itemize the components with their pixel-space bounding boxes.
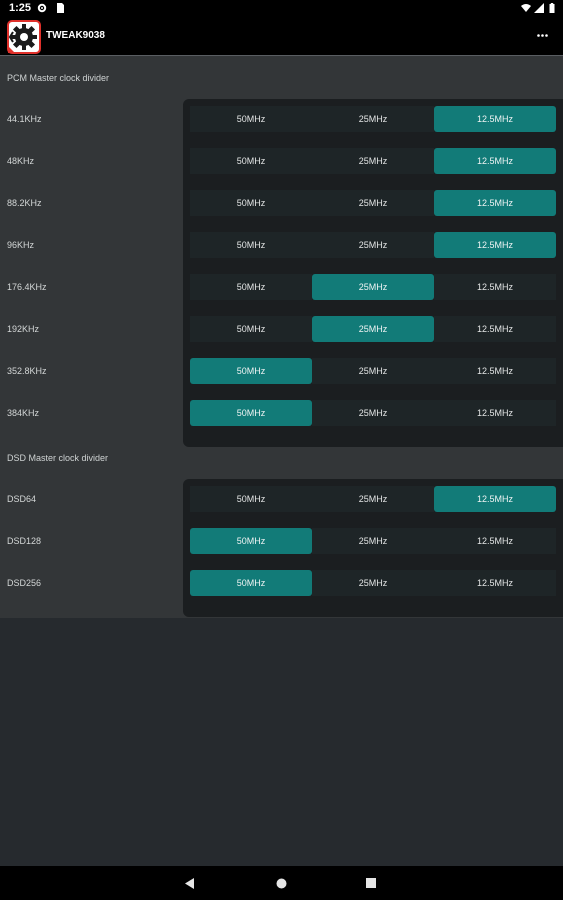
option-12-5mhz-button[interactable]: 12.5MHz <box>434 190 556 216</box>
signal-icon <box>534 3 544 13</box>
option-12-5mhz-button[interactable]: 12.5MHz <box>434 232 556 258</box>
option-25mhz-button[interactable]: 25MHz <box>312 358 434 384</box>
settings-content: PCM Master clock divider 44.1KHz 50MHz 25M… <box>0 56 563 618</box>
option-50mhz-button[interactable]: 50MHz <box>190 358 312 384</box>
option-12-5mhz-button[interactable]: 12.5MHz <box>434 400 556 426</box>
rate-label: 352.8KHz <box>7 366 47 376</box>
option-12-5mhz-button[interactable]: 12.5MHz <box>434 570 556 596</box>
option-12-5mhz-button[interactable]: 12.5MHz <box>434 274 556 300</box>
rate-label: DSD256 <box>7 578 42 588</box>
option-25mhz-button[interactable]: 25MHz <box>312 486 434 512</box>
divider-segmented-control: 50MHz 25MHz 12.5MHz <box>183 106 563 132</box>
option-25mhz-button[interactable]: 25MHz <box>312 528 434 554</box>
status-bar: 1:25 <box>0 0 563 17</box>
option-50mhz-button[interactable]: 50MHz <box>190 232 312 258</box>
option-25mhz-button[interactable]: 25MHz <box>312 570 434 596</box>
rate-label: 96KHz <box>7 240 35 250</box>
option-50mhz-button[interactable]: 50MHz <box>190 400 312 426</box>
divider-segmented-control: 50MHz 25MHz 12.5MHz <box>183 486 563 512</box>
option-12-5mhz-button[interactable]: 12.5MHz <box>434 316 556 342</box>
pcm-section-title: PCM Master clock divider <box>7 73 110 83</box>
navigation-bar <box>0 866 563 900</box>
rate-label: 192KHz <box>7 324 40 334</box>
recents-icon[interactable] <box>366 878 376 888</box>
app-bar: TWEAK9038 <box>0 17 563 56</box>
divider-segmented-control: 50MHz 25MHz 12.5MHz <box>183 316 563 342</box>
wifi-icon <box>521 4 531 12</box>
option-25mhz-button[interactable]: 25MHz <box>312 190 434 216</box>
rate-label: DSD128 <box>7 536 42 546</box>
option-25mhz-button[interactable]: 25MHz <box>312 148 434 174</box>
divider-segmented-control: 50MHz 25MHz 12.5MHz <box>183 148 563 174</box>
option-25mhz-button[interactable]: 25MHz <box>312 106 434 132</box>
option-12-5mhz-button[interactable]: 12.5MHz <box>434 486 556 512</box>
option-25mhz-button[interactable]: 25MHz <box>312 274 434 300</box>
divider-segmented-control: 50MHz 25MHz 12.5MHz <box>183 528 563 554</box>
divider-segmented-control: 50MHz 25MHz 12.5MHz <box>183 400 563 426</box>
option-12-5mhz-button[interactable]: 12.5MHz <box>434 358 556 384</box>
back-icon[interactable] <box>185 878 195 889</box>
rate-label: 384KHz <box>7 408 40 418</box>
rate-label: 44.1KHz <box>7 114 42 124</box>
divider-segmented-control: 50MHz 25MHz 12.5MHz <box>183 570 563 596</box>
option-12-5mhz-button[interactable]: 12.5MHz <box>434 528 556 554</box>
rate-label: DSD64 <box>7 494 37 504</box>
settings-icon <box>37 3 47 13</box>
option-50mhz-button[interactable]: 50MHz <box>190 148 312 174</box>
status-time: 1:25 <box>9 2 32 14</box>
sim-card-icon <box>57 3 64 13</box>
option-50mhz-button[interactable]: 50MHz <box>190 316 312 342</box>
rate-label: 48KHz <box>7 156 35 166</box>
option-50mhz-button[interactable]: 50MHz <box>190 486 312 512</box>
option-25mhz-button[interactable]: 25MHz <box>312 400 434 426</box>
more-horiz-icon[interactable] <box>537 34 548 37</box>
app-title: TWEAK9038 <box>46 30 105 41</box>
battery-icon <box>549 3 555 13</box>
option-25mhz-button[interactable]: 25MHz <box>312 232 434 258</box>
rate-label: 88.2KHz <box>7 198 42 208</box>
home-icon[interactable] <box>276 878 287 889</box>
divider-segmented-control: 50MHz 25MHz 12.5MHz <box>183 232 563 258</box>
option-50mhz-button[interactable]: 50MHz <box>190 528 312 554</box>
divider-segmented-control: 50MHz 25MHz 12.5MHz <box>183 190 563 216</box>
option-12-5mhz-button[interactable]: 12.5MHz <box>434 106 556 132</box>
app-gear-icon[interactable] <box>7 20 41 54</box>
option-25mhz-button[interactable]: 25MHz <box>312 316 434 342</box>
rate-label: 176.4KHz <box>7 282 47 292</box>
option-12-5mhz-button[interactable]: 12.5MHz <box>434 148 556 174</box>
option-50mhz-button[interactable]: 50MHz <box>190 570 312 596</box>
option-50mhz-button[interactable]: 50MHz <box>190 274 312 300</box>
divider-segmented-control: 50MHz 25MHz 12.5MHz <box>183 274 563 300</box>
dsd-section-title: DSD Master clock divider <box>7 453 109 463</box>
divider-segmented-control: 50MHz 25MHz 12.5MHz <box>183 358 563 384</box>
option-50mhz-button[interactable]: 50MHz <box>190 106 312 132</box>
option-50mhz-button[interactable]: 50MHz <box>190 190 312 216</box>
